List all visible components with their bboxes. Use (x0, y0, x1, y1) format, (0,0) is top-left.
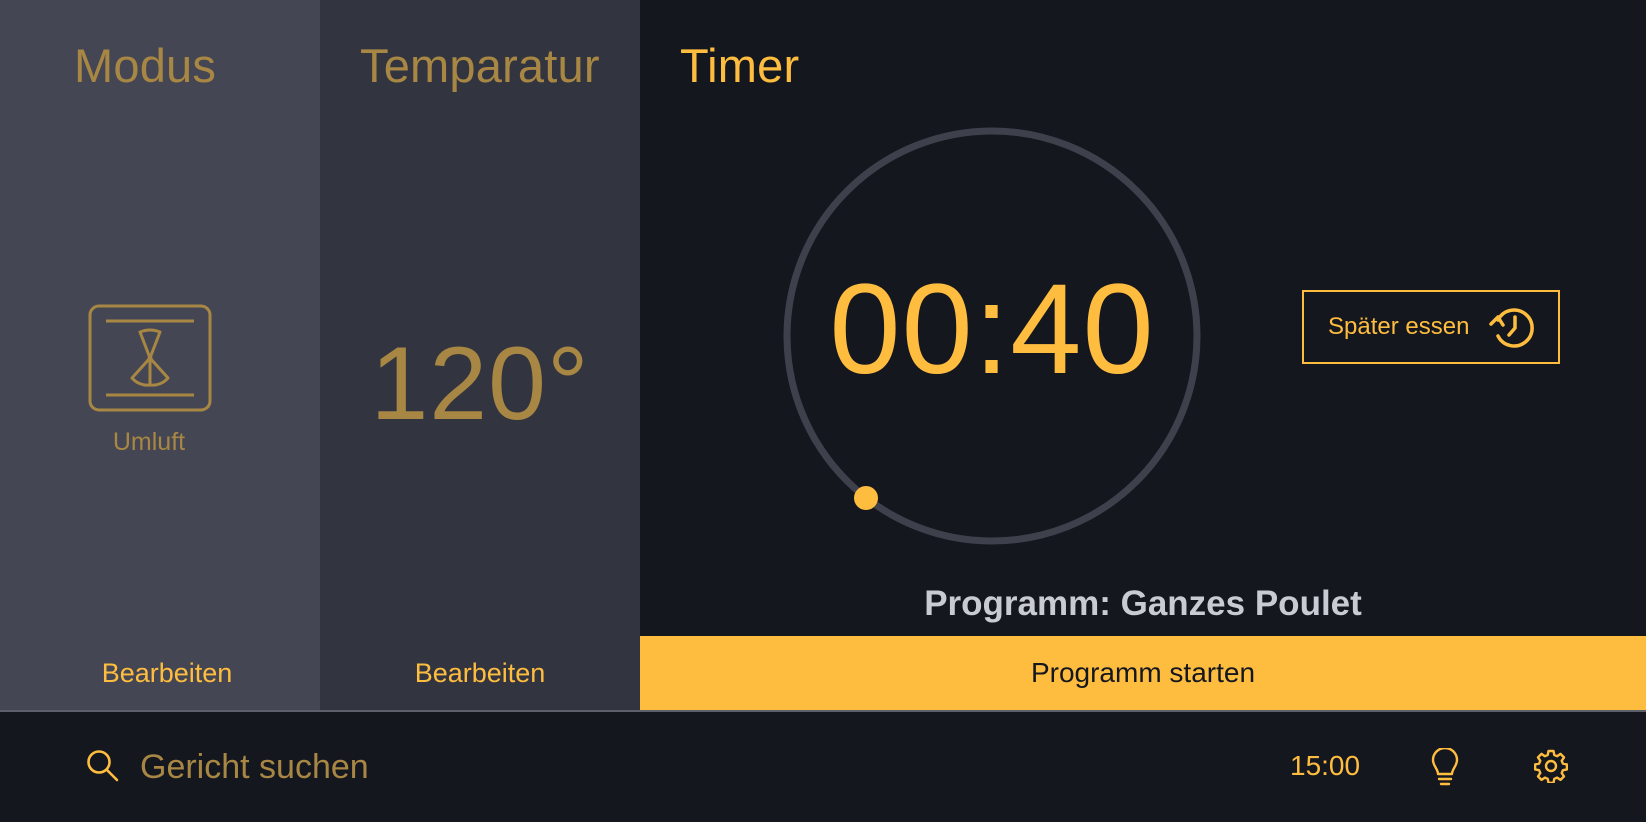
program-name: Programm: Ganzes Poulet (924, 584, 1362, 623)
mode-value-label: Umluft (112, 428, 186, 456)
gear-icon[interactable] (1534, 749, 1568, 783)
temperature-value: 120° (370, 326, 590, 442)
timer-panel: Timer 00:40 Später essen Programm: Ganze… (640, 0, 1646, 710)
temperature-title: Temparatur (360, 39, 600, 92)
mode-panel: Modus Umluft Bearbeiten (0, 0, 320, 710)
dish-search-input[interactable] (140, 742, 640, 792)
eat-later-button[interactable]: Später essen (1302, 290, 1560, 364)
start-program-button[interactable]: Programm starten (640, 636, 1646, 710)
eat-later-label: Später essen (1328, 313, 1470, 340)
search-icon[interactable] (86, 749, 120, 783)
timer-dial-handle (854, 486, 878, 510)
lightbulb-icon[interactable] (1430, 748, 1460, 788)
convection-fan-icon (88, 304, 212, 412)
timer-title: Timer (680, 39, 800, 92)
timer-value: 00:40 (829, 258, 1155, 401)
mode-title: Modus (74, 39, 217, 92)
temperature-edit-button[interactable]: Bearbeiten (320, 648, 640, 698)
mode-edit-button[interactable]: Bearbeiten (0, 648, 320, 698)
temperature-panel: Temparatur 120° Bearbeiten (320, 0, 640, 710)
bottom-bar: 15:00 (0, 712, 1646, 822)
oven-control-screen: Modus Umluft Bearbeiten Temparatur 120° … (0, 0, 1646, 822)
clock: 15:00 (1290, 750, 1361, 781)
history-clock-icon (1489, 308, 1535, 348)
